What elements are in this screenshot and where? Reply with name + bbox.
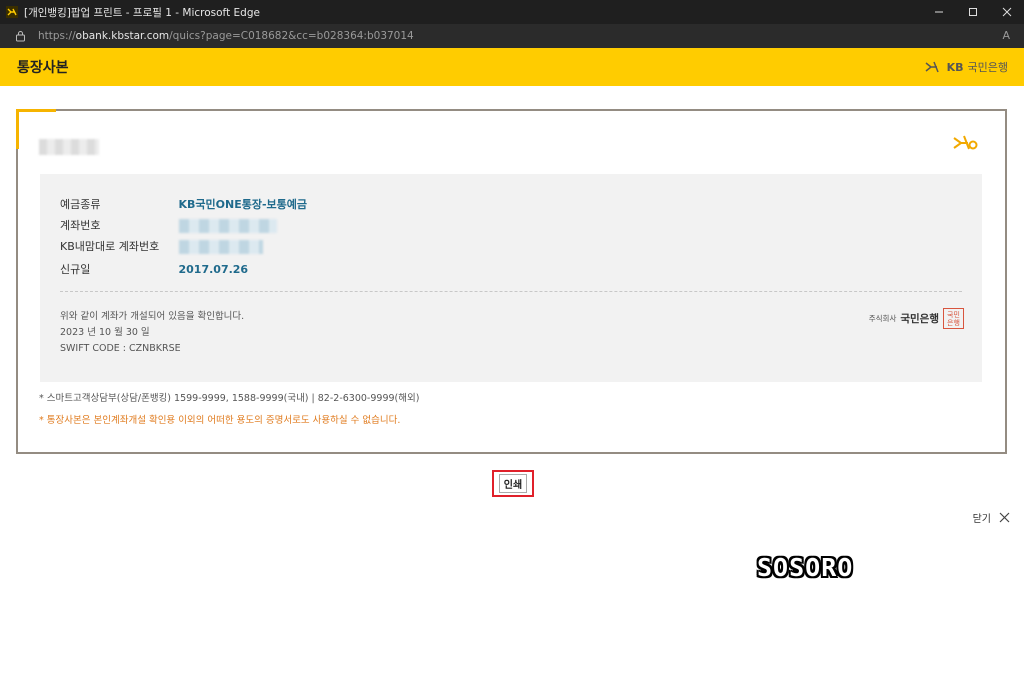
swift-code: SWIFT CODE : CZNBKRSE (60, 343, 181, 354)
nickname-account-label: KB내맘대로 계좌번호 (60, 240, 160, 253)
close-window-button[interactable] (990, 0, 1024, 24)
account-type-value: KB국민ONE통장-보통예금 (178, 198, 308, 211)
close-icon (1002, 7, 1012, 17)
seal-text-top: 국민 (947, 310, 960, 319)
kb-star-icon (925, 61, 939, 73)
close-x-icon (999, 512, 1010, 523)
passbook-copy-frame: 예금종류 KB국민ONE통장-보통예금 계좌번호 KB내맘대로 계좌번호 신규일… (16, 109, 1007, 454)
kb-mark-icon (953, 135, 979, 155)
kb-favicon-icon (6, 6, 18, 18)
corp-prefix: 주식회사 (868, 314, 897, 323)
brand-kb-text: KB (946, 60, 964, 74)
usage-warning-note: * 통장사본은 본인계좌개설 확인용 이외의 어떠한 용도의 증명서로도 사용하… (39, 415, 401, 426)
nickname-account-redacted (178, 240, 263, 254)
seal-text-bottom: 은행 (947, 318, 960, 327)
issue-date: 2023 년 10 월 30 일 (60, 327, 150, 338)
account-number-redacted (178, 219, 277, 233)
url-text[interactable]: https://obank.kbstar.com/quics?page=C018… (38, 30, 414, 42)
contact-note: * 스마트고객상담부(상담/폰뱅킹) 1599-9999, 1588-9999(… (39, 393, 420, 404)
close-label: 닫기 (972, 514, 991, 525)
bank-signature: 주식회사 국민은행 국민 은행 (869, 308, 964, 329)
page-title: 통장사본 (17, 60, 69, 76)
minimize-icon (935, 11, 943, 13)
print-button[interactable]: 인쇄 (492, 470, 534, 497)
row-opened-date: 신규일 2017.07.26 (60, 261, 248, 277)
minimize-button[interactable] (922, 0, 956, 24)
page-header: 통장사본 KB 국민은행 (0, 48, 1024, 86)
read-aloud-icon[interactable]: A (1002, 29, 1010, 42)
account-number-label: 계좌번호 (60, 219, 101, 232)
lock-icon[interactable] (14, 30, 26, 42)
row-account-number: 계좌번호 (60, 217, 277, 233)
address-bar[interactable]: https://obank.kbstar.com/quics?page=C018… (0, 24, 1024, 48)
close-popup-button[interactable]: 닫기 (973, 510, 1010, 525)
confirm-text: 위와 같이 계좌가 개설되어 있음을 확인합니다. (60, 311, 245, 322)
brand-name: 국민은행 (967, 61, 1008, 74)
opened-date-value: 2017.07.26 (178, 263, 249, 276)
window-titlebar: [개인뱅킹]팝업 프린트 - 프로필 1 - Microsoft Edge (0, 0, 1024, 24)
kb-brand-logo: KB 국민은행 (925, 59, 1008, 75)
url-path: /quics?page=C018682&cc=b028364:b037014 (169, 30, 414, 42)
maximize-button[interactable] (956, 0, 990, 24)
bank-seal-stamp: 국민 은행 (943, 308, 964, 329)
dashed-divider (60, 291, 962, 292)
account-info-box: 예금종류 KB국민ONE통장-보통예금 계좌번호 KB내맘대로 계좌번호 신규일… (40, 174, 982, 382)
print-button-label: 인쇄 (498, 474, 528, 493)
confirmation-block: 위와 같이 계좌가 개설되어 있음을 확인합니다. 2023 년 10 월 30… (60, 309, 244, 357)
opened-date-label: 신규일 (60, 263, 91, 276)
url-host: obank.kbstar.com (75, 30, 170, 42)
window-title: [개인뱅킹]팝업 프린트 - 프로필 1 - Microsoft Edge (24, 6, 260, 19)
maximize-icon (969, 8, 977, 16)
row-nickname-account: KB내맘대로 계좌번호 (60, 238, 263, 254)
account-type-label: 예금종류 (60, 198, 101, 211)
corp-name: 국민은행 (900, 313, 939, 325)
account-holder-name-redacted (39, 139, 99, 155)
watermark-text: SOSORO (757, 553, 854, 582)
url-prefix: https:// (38, 30, 76, 42)
row-account-type: 예금종류 KB국민ONE통장-보통예금 (60, 196, 307, 212)
